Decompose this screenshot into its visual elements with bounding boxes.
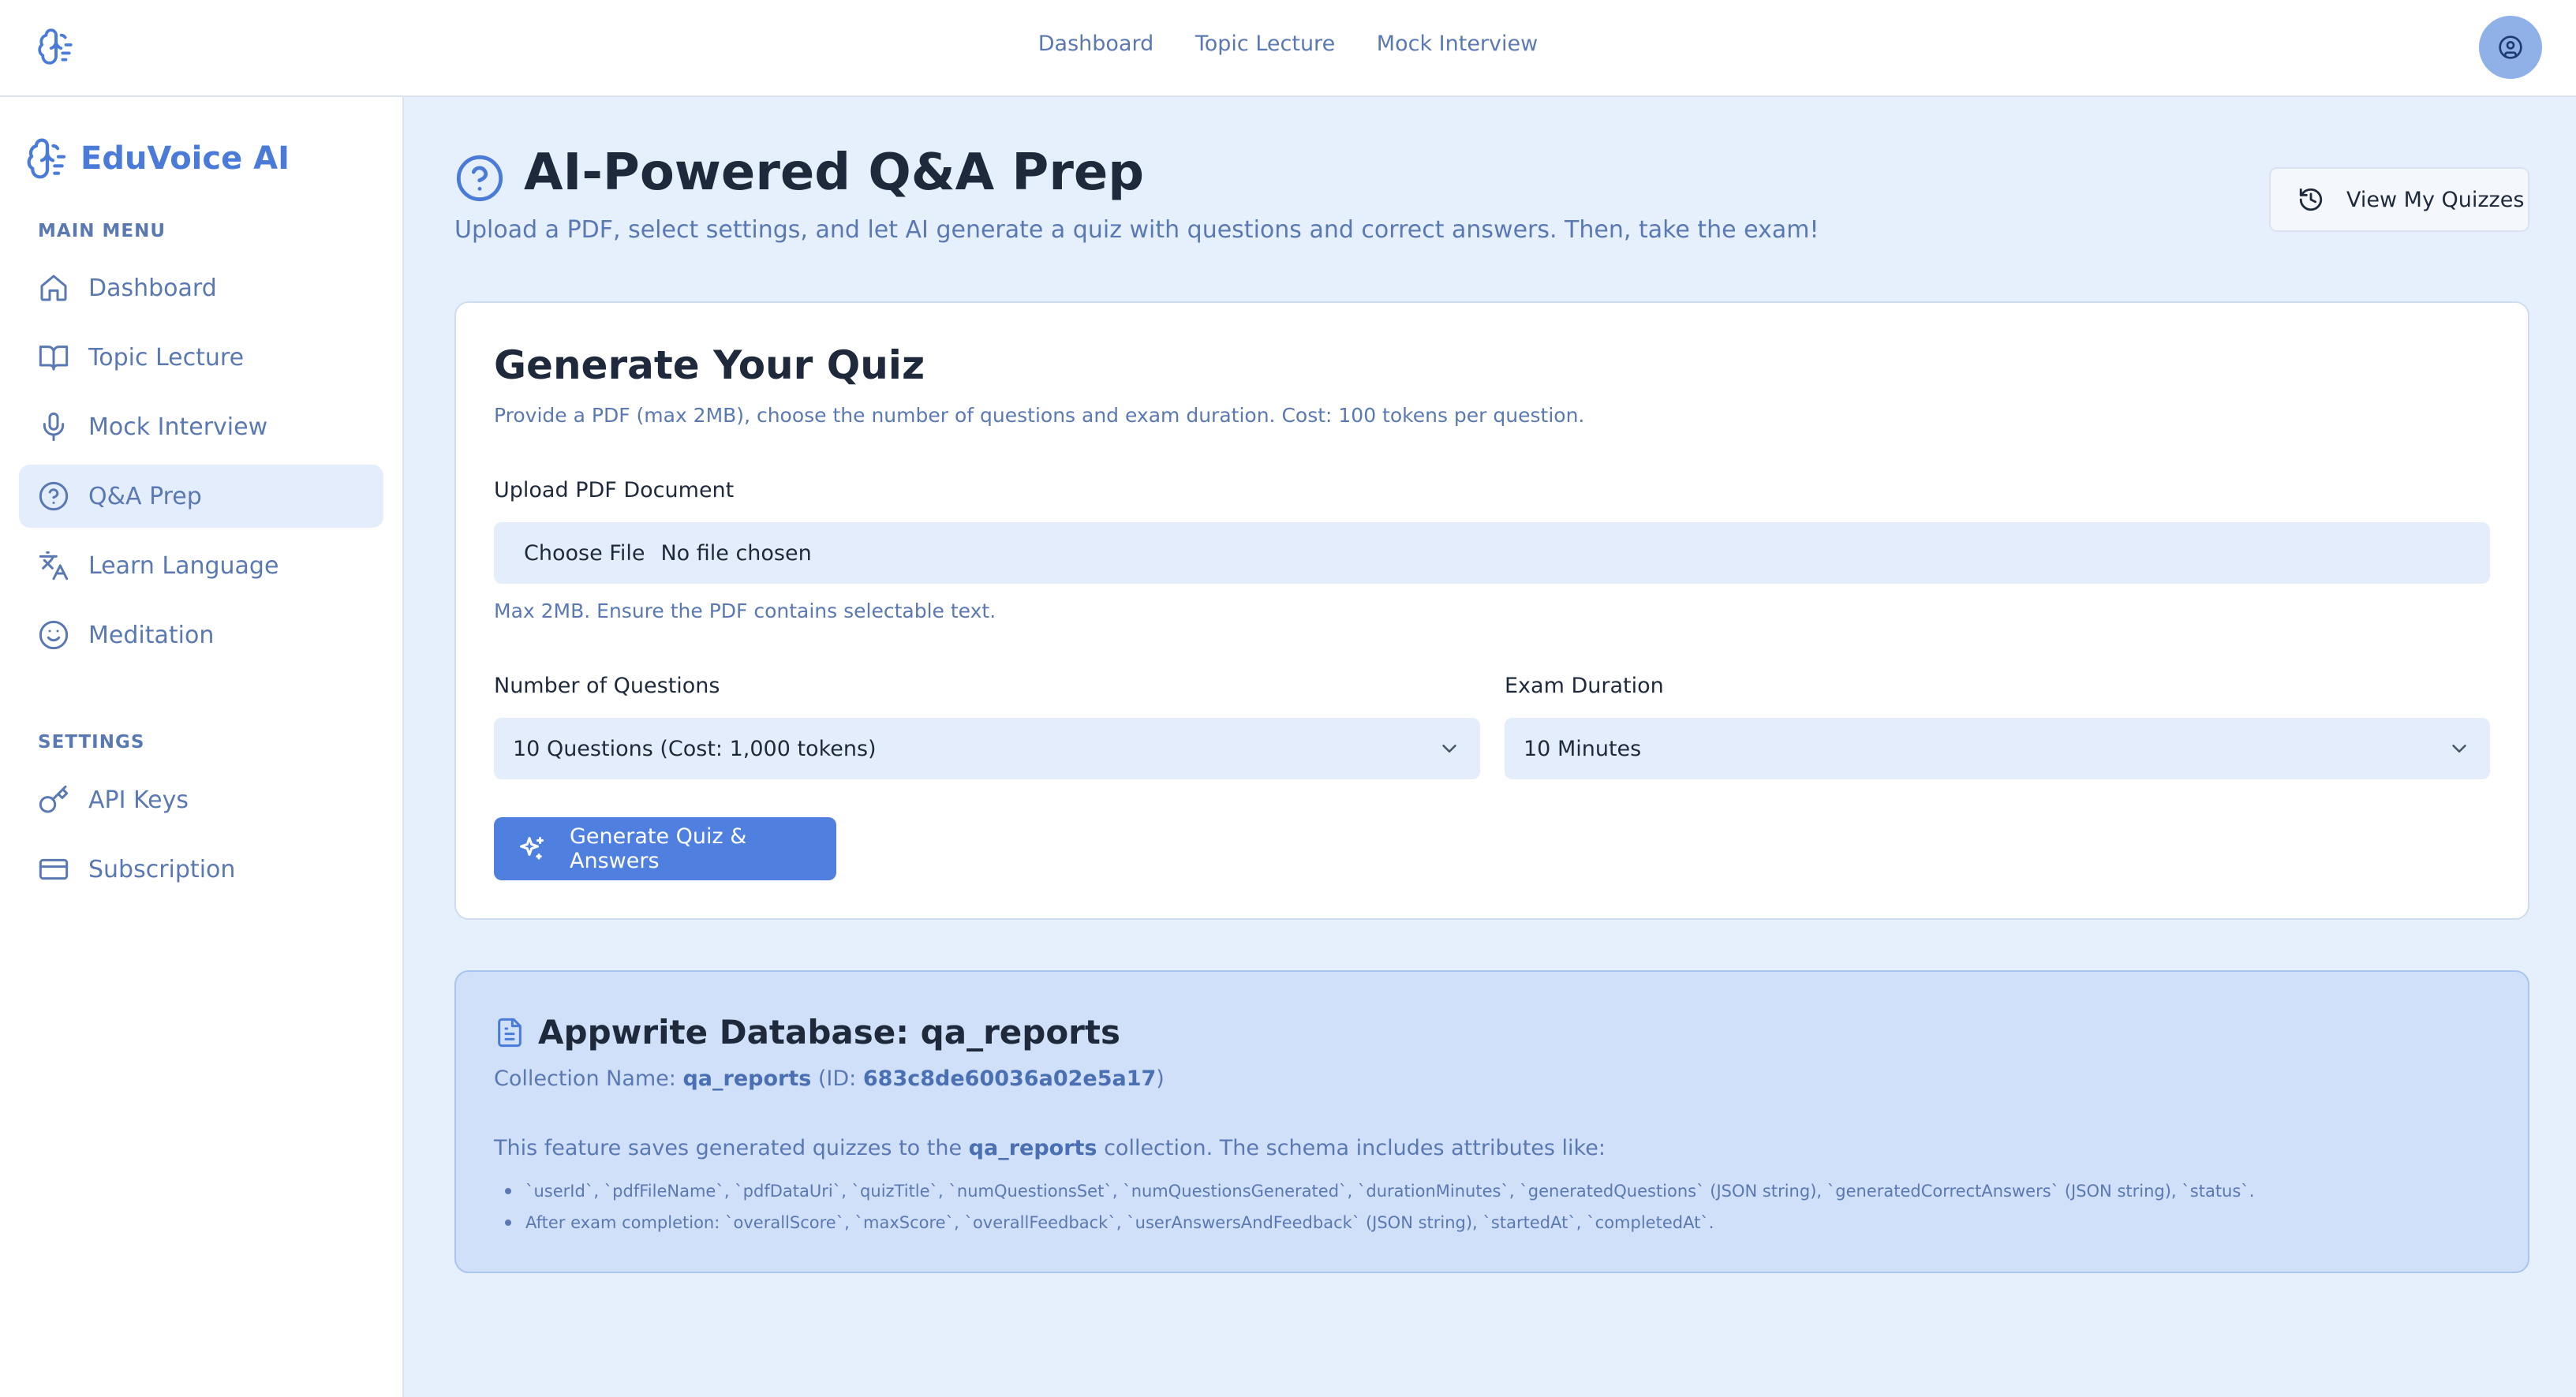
- user-circle-icon: [2498, 35, 2523, 60]
- main-menu-label: MAIN MENU: [38, 221, 166, 241]
- feature-collection: qa_reports: [968, 1136, 1097, 1160]
- attribute-list: `userId`, `pdfFileName`, `pdfDataUri`, `…: [494, 1175, 2254, 1238]
- questions-select[interactable]: 10 Questions (Cost: 1,000 tokens): [494, 718, 1480, 779]
- home-icon: [38, 272, 69, 304]
- user-avatar-button[interactable]: [2479, 16, 2542, 79]
- upload-hint: Max 2MB. Ensure the PDF contains selecta…: [494, 600, 996, 622]
- top-bar: Dashboard Topic Lecture Mock Interview: [0, 0, 2576, 97]
- collection-line: Collection Name: qa_reports (ID: 683c8de…: [494, 1066, 1165, 1091]
- page-title: AI-Powered Q&A Prep: [524, 144, 1145, 202]
- file-text-icon: [494, 1017, 525, 1048]
- sidebar-item-label: Q&A Prep: [88, 482, 202, 510]
- database-title-row: Appwrite Database: qa_reports: [494, 1013, 1120, 1051]
- sidebar-item-topic-lecture[interactable]: Topic Lecture: [19, 326, 383, 389]
- view-my-quizzes-label: View My Quizzes: [2346, 187, 2525, 212]
- top-nav-mock-interview[interactable]: Mock Interview: [1377, 32, 1538, 56]
- feature-line: This feature saves generated quizzes to …: [494, 1136, 1606, 1160]
- upload-pdf-label: Upload PDF Document: [494, 478, 735, 502]
- collection-id: 683c8de60036a02e5a17: [862, 1066, 1157, 1091]
- feature-prefix: This feature saves generated quizzes to …: [494, 1136, 969, 1160]
- sparkles-icon: [518, 835, 546, 863]
- sidebar-item-learn-language[interactable]: Learn Language: [19, 534, 383, 597]
- questions-select-value: 10 Questions (Cost: 1,000 tokens): [513, 736, 877, 761]
- duration-select[interactable]: 10 Minutes: [1505, 718, 2490, 779]
- history-icon: [2297, 186, 2324, 213]
- list-item: After exam completion: `overallScore`, `…: [494, 1207, 2254, 1238]
- list-item: `userId`, `pdfFileName`, `pdfDataUri`, `…: [494, 1175, 2254, 1207]
- sidebar-item-label: Mock Interview: [88, 413, 268, 441]
- sidebar-item-dashboard[interactable]: Dashboard: [19, 256, 383, 319]
- sidebar: EduVoice AI MAIN MENU Dashboard Topic Le…: [0, 97, 404, 1397]
- sidebar-item-label: Dashboard: [88, 274, 217, 302]
- microphone-icon: [38, 411, 69, 443]
- sidebar-item-label: Topic Lecture: [88, 343, 245, 372]
- card-description: Provide a PDF (max 2MB), choose the numb…: [494, 404, 1585, 427]
- chevron-down-icon: [1438, 737, 1461, 760]
- settings-label: SETTINGS: [38, 732, 145, 753]
- key-icon: [38, 784, 69, 816]
- pdf-file-input[interactable]: Choose File No file chosen: [494, 522, 2490, 584]
- database-info-card: Appwrite Database: qa_reports Collection…: [454, 970, 2529, 1273]
- page-subtitle: Upload a PDF, select settings, and let A…: [454, 216, 1819, 244]
- choose-file-button[interactable]: Choose File: [524, 541, 645, 566]
- generate-quiz-label: Generate Quiz & Answers: [570, 824, 747, 873]
- brand-name: EduVoice AI: [80, 140, 290, 177]
- chevron-down-icon: [2447, 737, 2471, 760]
- book-icon: [38, 342, 69, 373]
- sidebar-item-label: API Keys: [88, 786, 189, 814]
- sidebar-item-label: Learn Language: [88, 551, 279, 580]
- generate-quiz-button[interactable]: Generate Quiz & Answers: [494, 817, 836, 880]
- brand[interactable]: EduVoice AI: [25, 136, 290, 181]
- brain-logo-icon: [25, 136, 69, 181]
- sidebar-item-api-keys[interactable]: API Keys: [19, 768, 383, 831]
- sidebar-item-label: Subscription: [88, 855, 236, 883]
- duration-select-value: 10 Minutes: [1524, 736, 1642, 761]
- top-nav-dashboard[interactable]: Dashboard: [1038, 32, 1153, 56]
- questions-label: Number of Questions: [494, 674, 720, 698]
- help-circle-icon: [38, 480, 69, 512]
- help-circle-icon: [454, 153, 505, 204]
- collection-name: qa_reports: [682, 1066, 812, 1091]
- database-title: Appwrite Database: qa_reports: [538, 1013, 1120, 1051]
- duration-label: Exam Duration: [1505, 674, 1664, 698]
- top-nav-topic-lecture[interactable]: Topic Lecture: [1195, 32, 1335, 56]
- collection-id-suffix: ): [1156, 1066, 1165, 1091]
- sidebar-item-qa-prep[interactable]: Q&A Prep: [19, 465, 383, 528]
- translate-icon: [38, 550, 69, 581]
- credit-card-icon: [38, 854, 69, 885]
- file-status-text: No file chosen: [660, 540, 812, 566]
- feature-suffix: collection. The schema includes attribut…: [1097, 1136, 1606, 1160]
- smile-icon: [38, 619, 69, 651]
- card-title: Generate Your Quiz: [494, 342, 925, 388]
- collection-prefix: Collection Name:: [494, 1066, 683, 1091]
- sidebar-item-subscription[interactable]: Subscription: [19, 838, 383, 901]
- collection-id-prefix: (ID:: [811, 1066, 863, 1091]
- sidebar-item-meditation[interactable]: Meditation: [19, 603, 383, 667]
- view-my-quizzes-button[interactable]: View My Quizzes: [2269, 167, 2529, 232]
- top-nav: Dashboard Topic Lecture Mock Interview: [0, 32, 2576, 56]
- sidebar-item-label: Meditation: [88, 621, 215, 649]
- generate-quiz-card: Generate Your Quiz Provide a PDF (max 2M…: [454, 301, 2529, 920]
- sidebar-item-mock-interview[interactable]: Mock Interview: [19, 395, 383, 458]
